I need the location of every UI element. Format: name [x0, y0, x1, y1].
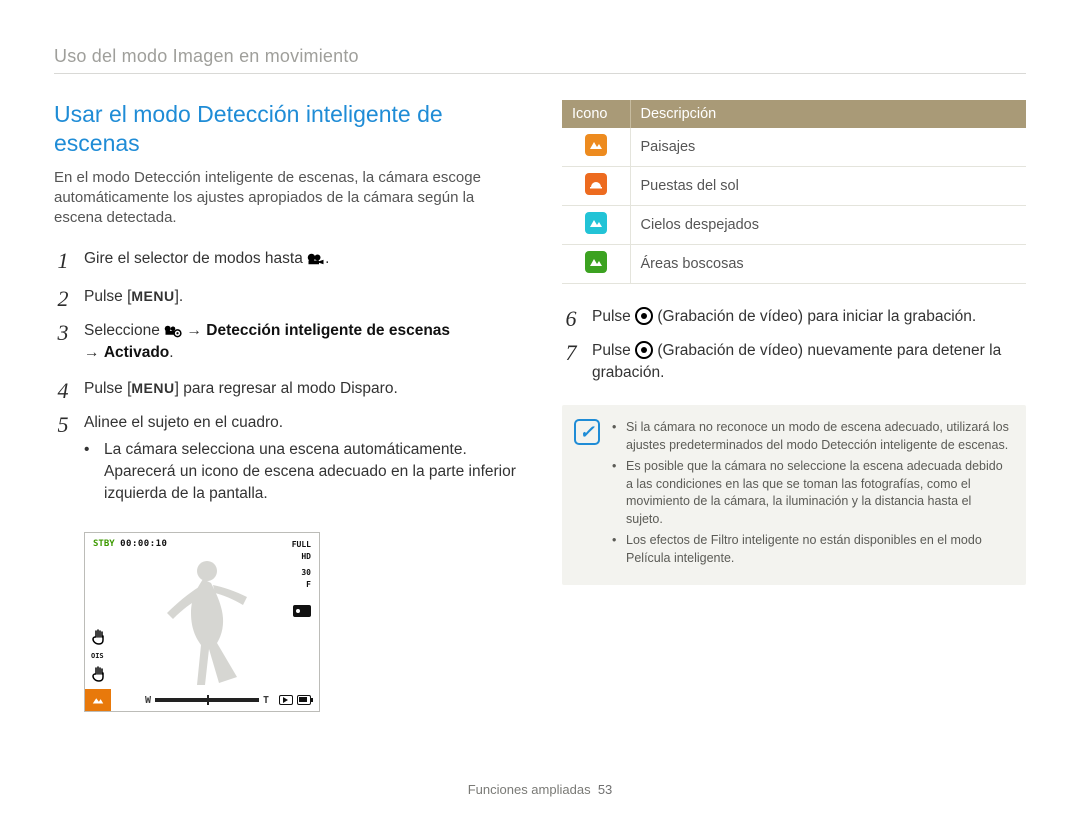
- table-row: Paisajes: [562, 128, 1026, 167]
- step-7: 7 Pulse (Grabación de vídeo) nuevamente …: [562, 340, 1026, 383]
- landscape-icon: [585, 134, 607, 156]
- menu-button-icon: MENU: [131, 380, 174, 396]
- preview-metering-icon: [293, 605, 311, 617]
- step-5-sub1: La cámara selecciona una escena automáti…: [104, 439, 518, 504]
- table-row: Áreas boscosas: [562, 245, 1026, 284]
- info-icon: ✓: [574, 419, 600, 445]
- movie-settings-icon: [164, 323, 182, 337]
- note-1: Si la cámara no reconoce un modo de esce…: [626, 419, 1010, 454]
- step-4: 4 Pulse [MENU] para regresar al modo Dis…: [54, 378, 518, 402]
- preview-subject: [143, 553, 263, 691]
- note-3: Los efectos de Filtro inteligente no est…: [626, 532, 1010, 567]
- arrow-icon: →: [84, 344, 104, 361]
- note-box: ✓ •Si la cámara no reconoce un modo de e…: [562, 405, 1026, 585]
- step-6: 6 Pulse (Grabación de vídeo) para inicia…: [562, 306, 1026, 330]
- step-4-text-b: ] para regresar al modo Disparo.: [175, 380, 398, 397]
- forest-icon: [585, 251, 607, 273]
- zoom-w: W: [145, 695, 151, 706]
- scene-icon-table: Icono Descripción Paisajes Puestas del s…: [562, 100, 1026, 284]
- preview-scene-icon: [85, 689, 111, 711]
- zoom-t: T: [263, 695, 269, 706]
- step-5-text: Alinee el sujeto en el cuadro.: [84, 414, 283, 431]
- step-7-text-a: Pulse: [592, 342, 635, 359]
- step-5-sub: •La cámara selecciona una escena automát…: [84, 439, 518, 504]
- page-title: Usar el modo Detección inteligente de es…: [54, 100, 518, 158]
- step-1-text-a: Gire el selector de modos hasta: [84, 250, 307, 267]
- table-row: Puestas del sol: [562, 167, 1026, 206]
- arrow-icon: →: [182, 322, 206, 339]
- step-2-text-a: Pulse [: [84, 288, 131, 305]
- step-6-text-b: (Grabación de vídeo) para iniciar la gra…: [653, 308, 976, 325]
- divider: [54, 73, 1026, 74]
- record-button-icon: [635, 307, 653, 325]
- menu-button-icon: MENU: [131, 288, 174, 304]
- step-3-option: Detección inteligente de escenas: [206, 322, 450, 339]
- note-2: Es posible que la cámara no seleccione l…: [626, 458, 1010, 528]
- step-2: 2 Pulse [MENU].: [54, 286, 518, 310]
- preview-ois-a: OIS: [91, 653, 109, 660]
- row-sky-desc: Cielos despejados: [630, 206, 1026, 245]
- step-2-text-b: ].: [175, 288, 184, 305]
- step-5: 5 Alinee el sujeto en el cuadro. •La cám…: [54, 412, 518, 519]
- step-3-text-a: Seleccione: [84, 322, 164, 339]
- record-button-icon: [635, 341, 653, 359]
- step-4-text-a: Pulse [: [84, 380, 131, 397]
- th-icon: Icono: [562, 100, 630, 128]
- ois-icon: [91, 629, 107, 645]
- step-3: 3 Seleccione → Detección inteligente de …: [54, 320, 518, 363]
- movie-mode-icon: [307, 251, 325, 265]
- preview-battery-icon: [297, 695, 311, 705]
- camera-preview: STBY 00:00:10 FULL HD 30 F OIS ALIVE: [84, 532, 320, 712]
- breadcrumb: Uso del modo Imagen en movimiento: [54, 46, 1026, 67]
- th-desc: Descripción: [630, 100, 1026, 128]
- step-1-text-b: .: [325, 250, 329, 267]
- step-6-text-a: Pulse: [592, 308, 635, 325]
- preview-time: 00:00:10: [120, 539, 167, 549]
- preview-fps: 30 F: [292, 567, 311, 591]
- step-7-text-b: (Grabación de vídeo) nuevamente para det…: [592, 342, 1001, 381]
- step-3-text-f: .: [169, 344, 173, 361]
- sky-icon: [585, 212, 607, 234]
- preview-stby: STBY: [93, 539, 115, 549]
- step-1: 1 Gire el selector de modos hasta .: [54, 248, 518, 272]
- preview-card-icon: [279, 695, 293, 705]
- step-3-value: Activado: [104, 344, 169, 361]
- table-row: Cielos despejados: [562, 206, 1026, 245]
- row-sunset-desc: Puestas del sol: [630, 167, 1026, 206]
- ois-alive-icon: [91, 666, 107, 682]
- page-footer: Funciones ampliadas 53: [0, 782, 1080, 797]
- row-forest-desc: Áreas boscosas: [630, 245, 1026, 284]
- footer-page: 53: [598, 782, 612, 797]
- preview-resolution: FULL HD: [292, 539, 311, 563]
- preview-zoom-slider: W T: [145, 695, 269, 706]
- intro-text: En el modo Detección inteligente de esce…: [54, 168, 518, 229]
- sunset-icon: [585, 173, 607, 195]
- footer-section: Funciones ampliadas: [468, 782, 591, 797]
- row-landscape-desc: Paisajes: [630, 128, 1026, 167]
